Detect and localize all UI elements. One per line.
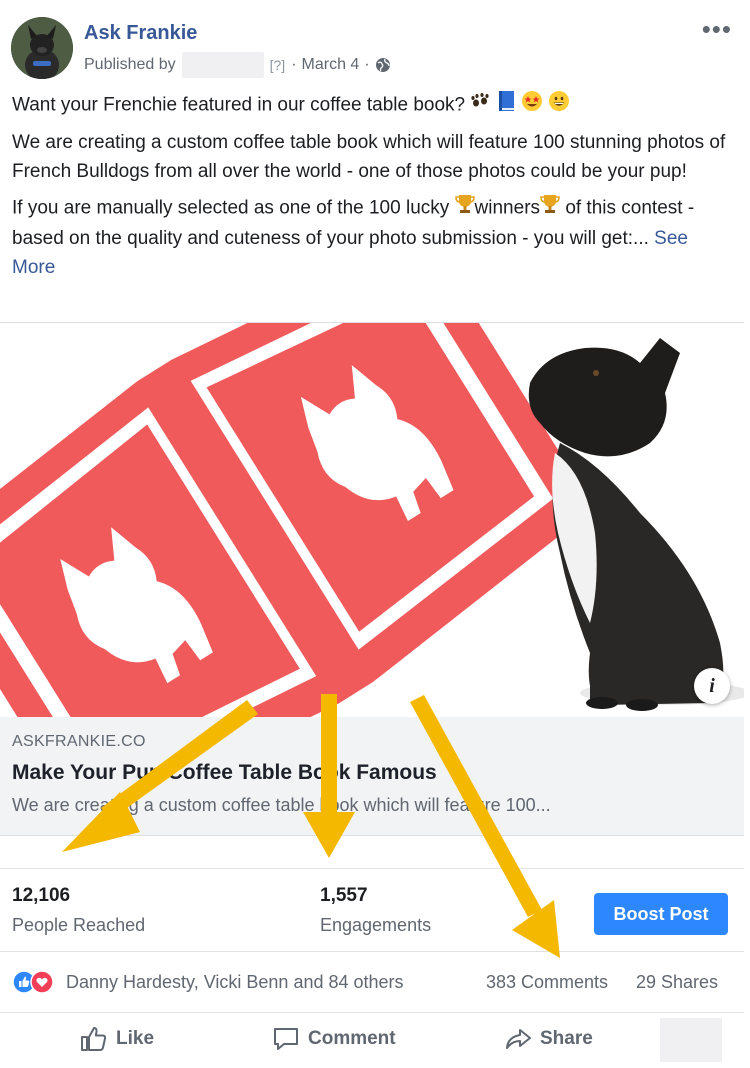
info-icon[interactable]: i: [694, 668, 730, 704]
share-arrow-icon: [506, 1029, 531, 1049]
separator: ·: [291, 56, 297, 73]
help-marker[interactable]: [?]: [270, 57, 286, 73]
post-date[interactable]: March 4: [302, 56, 360, 74]
comment-button[interactable]: Comment: [272, 1026, 396, 1052]
engagements-value: 1,557: [320, 885, 368, 906]
comment-label: Comment: [308, 1028, 396, 1049]
people-reached-label: People Reached: [12, 915, 146, 935]
reaction-names[interactable]: Danny Hardesty, Vicki Benn and 84 others: [66, 972, 404, 993]
page-name[interactable]: Ask Frankie: [84, 22, 197, 45]
post-line1: Want your Frenchie featured in our coffe…: [12, 94, 466, 116]
ellipsis-icon[interactable]: •••: [702, 16, 732, 42]
love-reaction-icon: [30, 970, 54, 994]
grinning-emoji-icon: [548, 90, 570, 121]
engagements-label: Engagements: [320, 915, 432, 935]
globe-icon[interactable]: [375, 57, 391, 73]
paw-prints-icon: [470, 91, 490, 120]
book-and-bulldog-illustration: [0, 323, 744, 718]
post-paragraph-2: We are creating a custom coffee table bo…: [12, 132, 726, 182]
thumbs-up-icon: [81, 1027, 107, 1051]
published-by-label: Published by: [84, 56, 176, 73]
separator: ·: [364, 56, 370, 73]
link-preview-image[interactable]: i: [0, 322, 744, 718]
share-button[interactable]: Share: [504, 1026, 593, 1052]
link-title[interactable]: Make Your Pup Coffee Table Book Famous: [12, 761, 437, 785]
redacted-avatar: [660, 1018, 722, 1062]
people-reached-value: 12,106: [12, 885, 71, 906]
action-bar: Like Comment Share: [0, 1012, 744, 1068]
link-description: We are creating a custom coffee table bo…: [12, 795, 551, 815]
boost-post-button[interactable]: Boost Post: [594, 893, 728, 935]
shares-count[interactable]: 29 Shares: [636, 972, 718, 993]
post-text: Want your Frenchie featured in our coffe…: [12, 90, 732, 289]
trophy-icon: [454, 193, 475, 224]
share-label: Share: [540, 1028, 593, 1049]
post-header: Ask Frankie Published by [?] · March 4 ·…: [0, 0, 744, 90]
avatar[interactable]: [11, 17, 73, 79]
link-preview[interactable]: ASKFRANKIE.CO Make Your Pup Coffee Table…: [0, 717, 744, 836]
star-eyes-emoji-icon: [521, 90, 543, 121]
french-bulldog-photo: [528, 338, 744, 711]
blue-book-icon: [496, 90, 516, 121]
facebook-post: Ask Frankie Published by [?] · March 4 ·…: [0, 0, 744, 1068]
reaction-icons[interactable]: [12, 970, 64, 994]
like-button[interactable]: Like: [80, 1026, 154, 1052]
redacted-author: [181, 52, 264, 78]
post-insights: 12,106 People Reached 1,557 Engagements …: [0, 868, 744, 952]
post-meta: Published by [?] · March 4 ·: [84, 52, 391, 78]
trophy-icon: [540, 193, 560, 224]
link-domain: ASKFRANKIE.CO: [12, 733, 146, 750]
comments-count[interactable]: 383 Comments: [486, 972, 608, 993]
reactions-bar: Danny Hardesty, Vicki Benn and 84 others…: [0, 950, 744, 1013]
post-paragraph-3b: winners: [474, 197, 541, 219]
like-label: Like: [116, 1028, 155, 1049]
post-paragraph-3a: If you are manually selected as one of t…: [12, 197, 450, 219]
comment-icon: [274, 1028, 298, 1050]
